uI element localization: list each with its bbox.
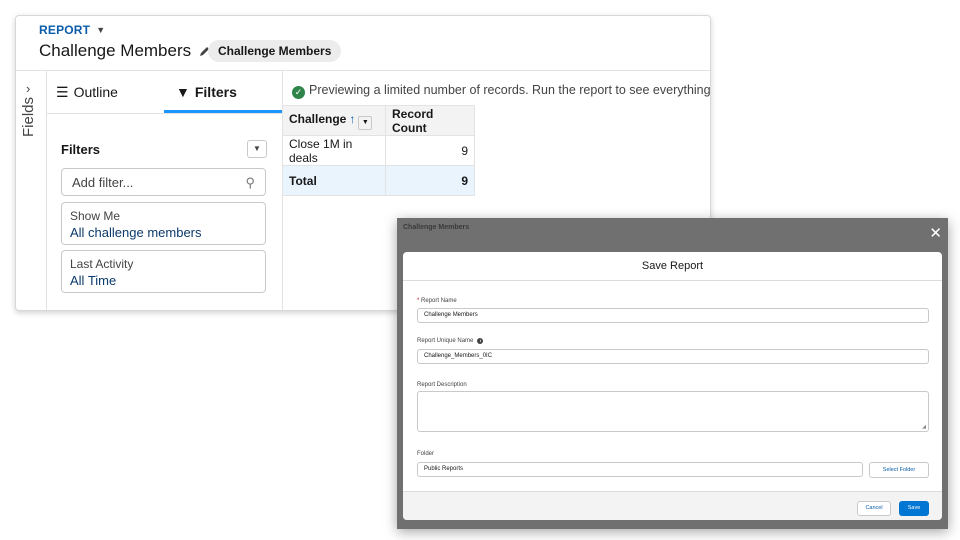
total-count: 9 <box>385 165 475 196</box>
cancel-button[interactable]: Cancel <box>857 501 891 516</box>
filter-label: Last Activity <box>70 257 134 271</box>
report-header: REPORT ▼ Challenge Members Challenge Memb… <box>16 16 710 71</box>
table-total-row: Total 9 <box>282 165 475 196</box>
resize-handle-icon[interactable]: ◢ <box>922 424 926 430</box>
dialog-footer: Cancel Save <box>403 491 942 520</box>
report-type-pill: Challenge Members <box>208 40 342 62</box>
dialog-title: Save Report <box>403 252 942 281</box>
filters-panel: ☰ Outline ▼ Filters Filters ▼ Add filter..… <box>46 71 283 310</box>
report-name-label-text: Report Name <box>421 298 457 304</box>
report-title: Challenge Members <box>39 41 192 60</box>
sort-ascending-icon[interactable]: ↑ <box>349 112 355 126</box>
tab-filters-label: Filters <box>194 84 237 100</box>
save-report-dialog: Save Report * Report Name Challenge Memb… <box>403 252 942 520</box>
report-eyebrow: REPORT <box>39 23 91 37</box>
filters-title: Filters <box>61 142 101 157</box>
filter-value: All challenge members <box>70 225 202 240</box>
cell-challenge: Close 1M in deals <box>282 135 386 166</box>
funnel-icon: ▼ <box>176 84 190 100</box>
report-name-input[interactable]: Challenge Members <box>417 308 929 323</box>
save-button[interactable]: Save <box>899 501 929 516</box>
tab-filters[interactable]: ▼ Filters <box>176 84 237 100</box>
required-marker: * <box>417 298 420 304</box>
caret-down-icon: ▼ <box>253 144 261 153</box>
table-row: Close 1M in deals 9 <box>282 135 475 166</box>
column-menu-icon[interactable]: ▼ <box>358 115 373 130</box>
preview-notice-text: Previewing a limited number of records. … <box>309 83 711 97</box>
caret-down-icon: ▼ <box>96 25 106 35</box>
unique-name-label: Report Unique Name i <box>417 338 484 344</box>
unique-name-label-text: Report Unique Name <box>417 338 474 344</box>
tab-outline-label: Outline <box>73 84 118 100</box>
filter-show-me[interactable]: Show Me All challenge members <box>61 202 266 245</box>
folder-input[interactable]: Public Reports <box>417 462 863 477</box>
table-header-row: Challenge ↑ ▼ Record Count <box>282 105 475 136</box>
description-label: Report Description <box>417 382 467 388</box>
total-label: Total <box>282 165 386 196</box>
close-icon[interactable]: ✕ <box>929 226 942 241</box>
report-type-menu[interactable]: REPORT ▼ <box>39 23 105 37</box>
column-header-challenge[interactable]: Challenge ↑ ▼ <box>282 105 386 136</box>
active-tab-indicator <box>164 110 282 113</box>
filter-last-activity[interactable]: Last Activity All Time <box>61 250 266 293</box>
info-icon[interactable]: i <box>477 338 484 344</box>
panel-tabs: ☰ Outline ▼ Filters <box>46 71 282 114</box>
list-icon: ☰ <box>56 84 69 100</box>
filters-menu-button[interactable]: ▼ <box>247 140 267 158</box>
filter-value: All Time <box>70 273 117 288</box>
column-header-record-count[interactable]: Record Count <box>385 105 475 136</box>
check-circle-icon: ✓ <box>292 86 305 99</box>
cell-record-count: 9 <box>385 135 475 166</box>
unique-name-input[interactable]: Challenge_Members_0IC <box>417 349 929 364</box>
background-report-title: Challenge Members <box>403 224 470 231</box>
fields-rail-label: Fields <box>20 97 37 138</box>
save-report-modal-window: Challenge Members ✕ Save Report * Report… <box>397 218 948 529</box>
report-name-label: * Report Name <box>417 298 457 304</box>
description-textarea[interactable]: ◢ <box>417 391 929 432</box>
folder-label: Folder <box>417 451 435 457</box>
chevron-right-icon[interactable]: › <box>26 81 30 96</box>
dialog-body: * Report Name Challenge Members Report U… <box>403 281 942 491</box>
filter-label: Show Me <box>70 209 121 223</box>
preview-table: Challenge ↑ ▼ Record Count Close 1M in dea… <box>282 105 475 196</box>
fields-rail[interactable]: › Fields <box>16 71 47 310</box>
select-folder-button[interactable]: Select Folder <box>869 462 929 478</box>
preview-notice: ✓ Previewing a limited number of records.… <box>292 83 711 99</box>
search-icon: ⚲ <box>245 175 255 190</box>
add-filter-placeholder: Add filter... <box>72 175 134 190</box>
column-header-label: Challenge <box>289 111 347 126</box>
tab-outline[interactable]: ☰ Outline <box>56 84 118 101</box>
add-filter-input[interactable]: Add filter... ⚲ <box>61 168 266 196</box>
